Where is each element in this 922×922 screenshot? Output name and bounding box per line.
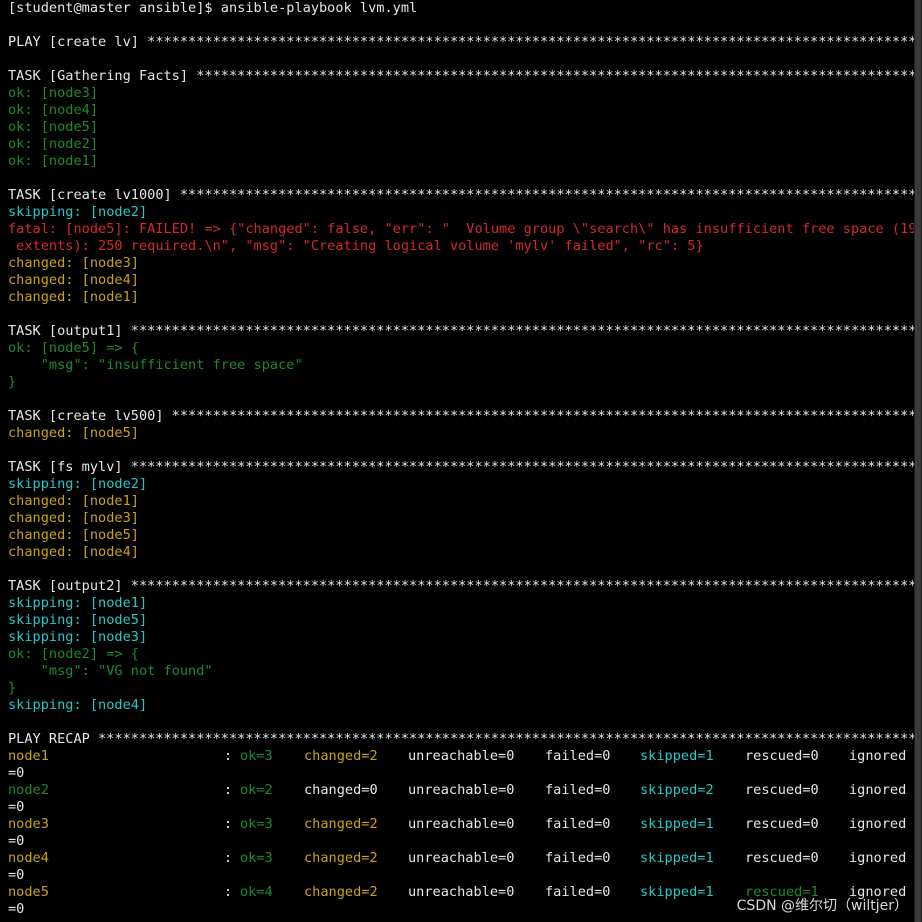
task-result-changed: changed: [node3]: [8, 255, 139, 271]
task-result-ok: ok: [node4]: [8, 102, 99, 118]
recap-rescued: rescued=0: [745, 782, 819, 798]
recap-rescued: rescued=0: [745, 748, 819, 764]
recap-ok: ok=3: [240, 748, 273, 764]
task-result-changed: changed: [node1]: [8, 493, 139, 509]
task-result-skipping: skipping: [node4]: [8, 697, 148, 713]
recap-ignored: ignored: [849, 748, 907, 764]
recap-row: node4 : ok=3 changed=2 unreachable=0 fai…: [8, 850, 906, 867]
debug-msg-line: "msg": "insufficient free space": [8, 357, 303, 373]
recap-ignored: ignored: [849, 782, 907, 798]
task-result-ok: ok: [node2]: [8, 136, 99, 152]
recap-failed: failed=0: [545, 816, 611, 832]
recap-changed: changed=2: [304, 884, 378, 900]
task-result-changed: changed: [node3]: [8, 510, 139, 526]
recap-row: node5 : ok=4 changed=2 unreachable=0 fai…: [8, 884, 906, 901]
task-result-fatal-continued: extents): 250 required.\n", "msg": "Crea…: [8, 238, 704, 254]
recap-changed: changed=2: [304, 748, 378, 764]
recap-row: node3 : ok=3 changed=2 unreachable=0 fai…: [8, 816, 906, 833]
recap-row: node2 : ok=2 changed=0 unreachable=0 fai…: [8, 782, 906, 799]
task-result-changed: changed: [node1]: [8, 289, 139, 305]
recap-skipped: skipped=1: [640, 850, 714, 866]
recap-changed: changed=0: [304, 782, 378, 798]
task-result-ok: ok: [node1]: [8, 153, 99, 169]
csdn-watermark: CSDN @维尔切（wiltjer）: [736, 898, 908, 914]
recap-skipped: skipped=1: [640, 816, 714, 832]
task-result-ok: ok: [node3]: [8, 85, 99, 101]
recap-host: node2: [8, 782, 49, 798]
recap-ok: ok=3: [240, 816, 273, 832]
recap-rescued: rescued=0: [745, 850, 819, 866]
recap-skipped: skipped=2: [640, 782, 714, 798]
recap-colon: :: [224, 782, 233, 798]
task-header-create-lv500: TASK [create lv500] ********************…: [8, 408, 914, 424]
task-result-changed: changed: [node5]: [8, 425, 139, 441]
task-result-fatal: fatal: [node5]: FAILED! => {"changed": f…: [8, 221, 914, 237]
debug-close-brace: }: [8, 374, 17, 390]
task-result-changed: changed: [node5]: [8, 527, 139, 543]
recap-colon: :: [224, 850, 233, 866]
recap-ok: ok=4: [240, 884, 273, 900]
debug-msg-line: "msg": "VG not found": [8, 663, 213, 679]
task-result-changed: changed: [node4]: [8, 544, 139, 560]
task-header-fs-mylv: TASK [fs mylv] *************************…: [8, 459, 914, 475]
recap-ignored: ignored: [849, 816, 907, 832]
recap-host: node1: [8, 748, 49, 764]
play-header: PLAY [create lv] ***********************…: [8, 34, 914, 50]
task-result-changed: changed: [node4]: [8, 272, 139, 288]
recap-ok: ok=2: [240, 782, 273, 798]
recap-failed: failed=0: [545, 782, 611, 798]
task-result-ok: ok: [node5]: [8, 119, 99, 135]
recap-unreachable: unreachable=0: [408, 816, 515, 832]
recap-colon: :: [224, 816, 233, 832]
task-header-output2: TASK [output2] *************************…: [8, 578, 914, 594]
recap-ignored-value: =0: [8, 833, 25, 849]
task-result-ok: ok: [node5] => {: [8, 340, 139, 356]
recap-host: node5: [8, 884, 49, 900]
task-header-output1: TASK [output1] *************************…: [8, 323, 914, 339]
recap-unreachable: unreachable=0: [408, 782, 515, 798]
recap-rescued: rescued=0: [745, 816, 819, 832]
recap-colon: :: [224, 884, 233, 900]
task-result-skipping: skipping: [node1]: [8, 595, 148, 611]
recap-ignored-value: =0: [8, 765, 25, 781]
task-result-skipping: skipping: [node5]: [8, 612, 148, 628]
recap-ignored-value: =0: [8, 799, 25, 815]
recap-skipped: skipped=1: [640, 748, 714, 764]
scrollbar-thumb[interactable]: [915, 0, 921, 922]
recap-changed: changed=2: [304, 816, 378, 832]
task-result-skipping: skipping: [node2]: [8, 476, 148, 492]
debug-close-brace: }: [8, 680, 17, 696]
recap-ignored: ignored: [849, 850, 907, 866]
recap-failed: failed=0: [545, 884, 611, 900]
recap-changed: changed=2: [304, 850, 378, 866]
recap-host: node3: [8, 816, 49, 832]
task-result-skipping: skipping: [node3]: [8, 629, 148, 645]
recap-skipped: skipped=1: [640, 884, 714, 900]
task-header-gathering-facts: TASK [Gathering Facts] *****************…: [8, 68, 914, 84]
recap-colon: :: [224, 748, 233, 764]
recap-failed: failed=0: [545, 748, 611, 764]
recap-failed: failed=0: [545, 850, 611, 866]
recap-unreachable: unreachable=0: [408, 884, 515, 900]
recap-host: node4: [8, 850, 49, 866]
recap-ignored-value: =0: [8, 867, 25, 883]
recap-row: node1 : ok=3 changed=2 unreachable=0 fai…: [8, 748, 906, 765]
recap-ok: ok=3: [240, 850, 273, 866]
recap-unreachable: unreachable=0: [408, 850, 515, 866]
task-result-ok: ok: [node2] => {: [8, 646, 139, 662]
shell-prompt-line: [student@master ansible]$ ansible-playbo…: [8, 0, 418, 16]
task-result-skipping: skipping: [node2]: [8, 204, 148, 220]
recap-ignored-value: =0: [8, 901, 25, 917]
task-header-create-lv1000: TASK [create lv1000] *******************…: [8, 187, 914, 203]
play-recap-header: PLAY RECAP *****************************…: [8, 731, 914, 747]
terminal-window[interactable]: [student@master ansible]$ ansible-playbo…: [0, 0, 914, 922]
recap-unreachable: unreachable=0: [408, 748, 515, 764]
vertical-scrollbar[interactable]: [914, 0, 922, 922]
